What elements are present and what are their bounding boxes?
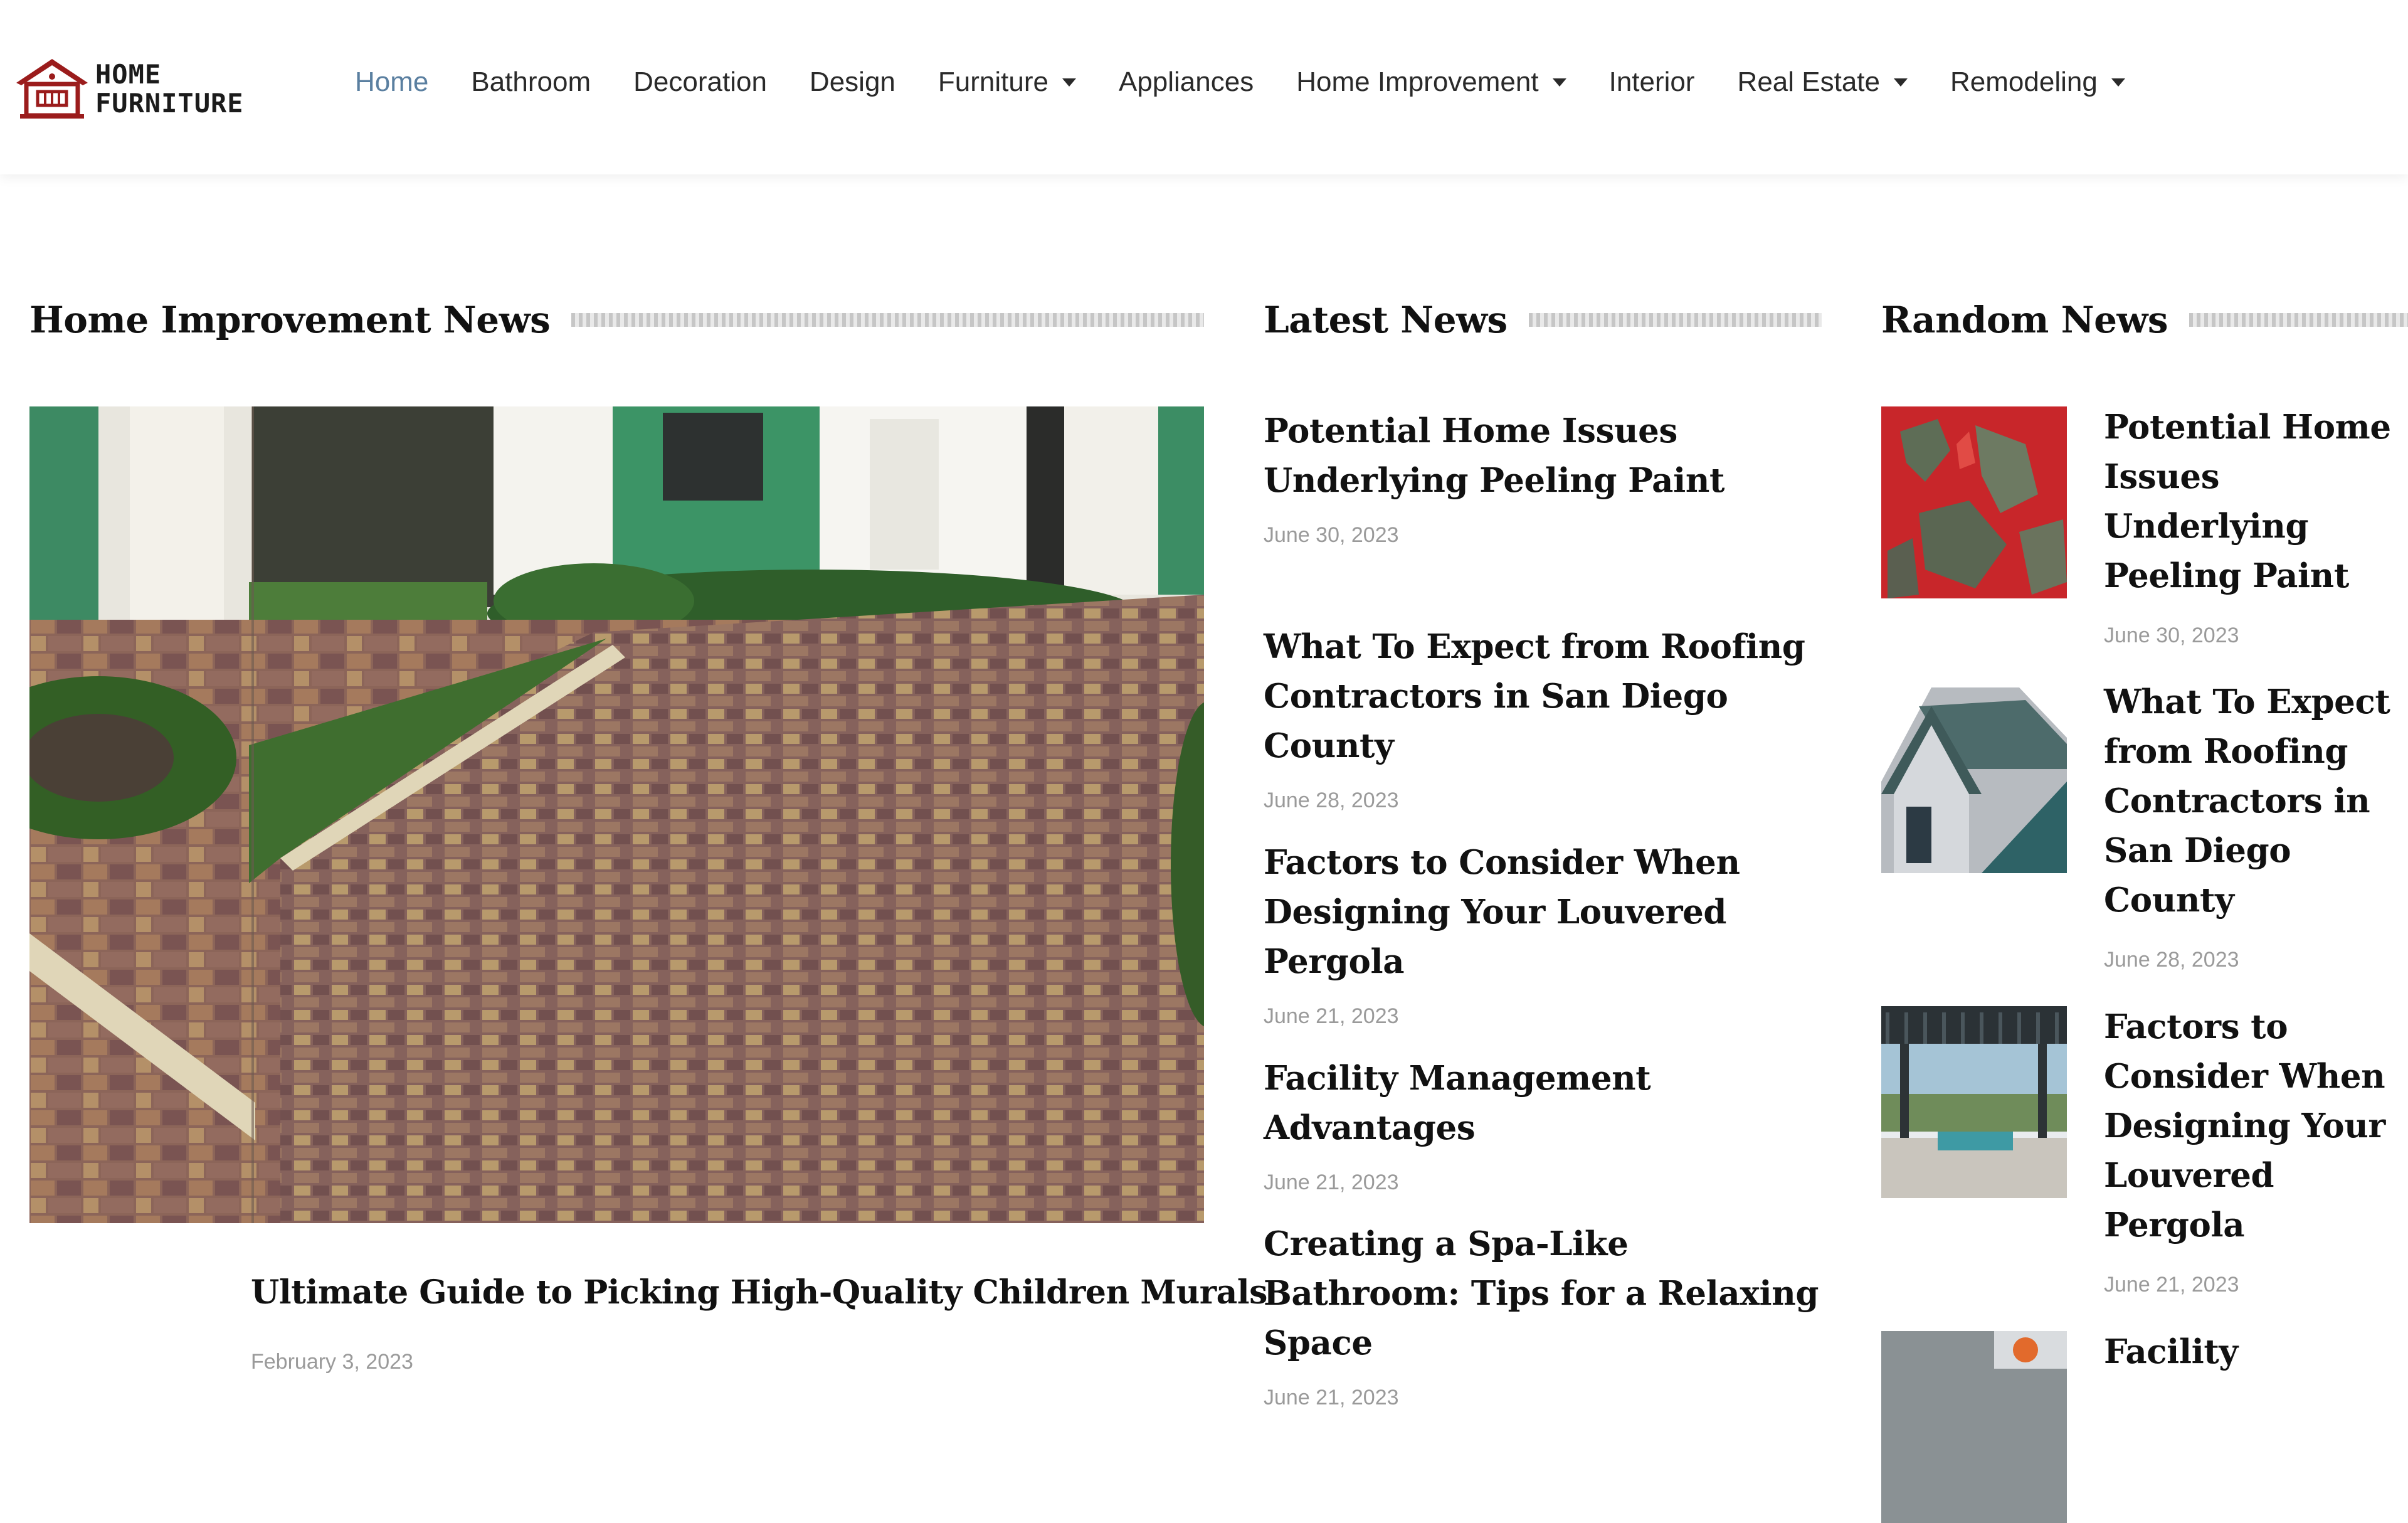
- nav-item-home[interactable]: Home: [355, 66, 428, 98]
- random-article-title[interactable]: What To Expect from Roofing Contractors …: [2104, 677, 2408, 925]
- latest-article-date: June 21, 2023: [1264, 1004, 1399, 1028]
- list-item: Factors to Consider When Designing Your …: [1264, 838, 1828, 1029]
- home-improvement-section-heading: Home Improvement News: [29, 295, 1204, 345]
- list-item: Creating a Spa-Like Bathroom: Tips for a…: [1264, 1219, 1828, 1410]
- heading-divider: [1528, 313, 1822, 327]
- nav-item-decoration[interactable]: Decoration: [633, 66, 767, 98]
- featured-article-date: February 3, 2023: [251, 1350, 413, 1374]
- nav-item-label: Home: [355, 66, 429, 97]
- nav-item-real-estate[interactable]: Real Estate: [1738, 66, 1908, 98]
- latest-article-title[interactable]: What To Expect from Roofing Contractors …: [1264, 622, 1828, 771]
- latest-article-date: June 21, 2023: [1264, 1386, 1399, 1409]
- main-nav: Home Bathroom Decoration Design Furniture App…: [355, 60, 2168, 104]
- nav-item-label: Bathroom: [471, 66, 591, 97]
- random-article-title[interactable]: Potential Home Issues Underlying Peeling…: [2104, 403, 2408, 601]
- random-news-heading: Random News: [1881, 299, 2168, 341]
- nav-item-furniture[interactable]: Furniture: [938, 66, 1076, 98]
- nav-item-design[interactable]: Design: [810, 66, 895, 98]
- site-header: HOME FURNITURE Home Bathroom Decoration Des…: [0, 0, 2408, 174]
- featured-article-title[interactable]: Ultimate Guide to Picking High-Quality C…: [251, 1273, 1267, 1312]
- random-article-date: June 30, 2023: [2104, 624, 2239, 647]
- nav-item-appliances[interactable]: Appliances: [1119, 66, 1254, 98]
- nav-item-remodeling[interactable]: Remodeling: [1950, 66, 2125, 98]
- nav-item-label: Appliances: [1118, 66, 1254, 97]
- nav-item-bathroom[interactable]: Bathroom: [471, 66, 591, 98]
- logo-line1: HOME: [95, 59, 162, 90]
- article-thumbnail[interactable]: [1881, 681, 2067, 873]
- home-improvement-heading: Home Improvement News: [29, 299, 551, 341]
- nav-item-label: Interior: [1608, 66, 1695, 97]
- latest-news-heading: Latest News: [1264, 299, 1508, 341]
- logo-wordmark: HOME FURNITURE: [95, 60, 244, 118]
- random-news-section-heading: Random News: [1881, 295, 2408, 345]
- nav-item-interior[interactable]: Interior: [1609, 66, 1695, 98]
- latest-article-title[interactable]: Facility Management Advantages: [1264, 1054, 1828, 1153]
- nav-item-label: Remodeling: [1950, 66, 2098, 97]
- list-item: Facility Management Advantages June 21, …: [1264, 1054, 1828, 1195]
- nav-item-label: Real Estate: [1737, 66, 1881, 97]
- article-thumbnail[interactable]: [1881, 1006, 2067, 1198]
- list-item: Potential Home Issues Underlying Peeling…: [1264, 406, 1828, 548]
- house-logo-icon: [16, 59, 88, 119]
- nav-item-label: Design: [809, 66, 895, 97]
- random-article-title[interactable]: Facility: [2104, 1327, 2408, 1377]
- article-thumbnail[interactable]: [1881, 1331, 2067, 1523]
- random-article-date: June 21, 2023: [2104, 1273, 2239, 1297]
- logo-line2: FURNITURE: [95, 88, 244, 119]
- nav-item-home-improvement[interactable]: Home Improvement: [1296, 66, 1566, 98]
- latest-news-section-heading: Latest News: [1264, 295, 1822, 345]
- caret-down-icon: [2111, 78, 2125, 87]
- latest-article-title[interactable]: Potential Home Issues Underlying Peeling…: [1264, 406, 1828, 506]
- nav-item-label: Home Improvement: [1296, 66, 1539, 97]
- caret-down-icon: [1552, 78, 1566, 87]
- featured-article-image[interactable]: [29, 406, 1204, 1223]
- heading-divider: [2189, 313, 2408, 327]
- latest-article-title[interactable]: Creating a Spa-Like Bathroom: Tips for a…: [1264, 1219, 1828, 1368]
- latest-article-date: June 30, 2023: [1264, 523, 1399, 547]
- heading-divider: [571, 313, 1204, 327]
- list-item: What To Expect from Roofing Contractors …: [1264, 622, 1828, 813]
- nav-item-label: Furniture: [937, 66, 1048, 97]
- random-article-title[interactable]: Factors to Consider When Designing Your …: [2104, 1002, 2408, 1250]
- latest-article-date: June 21, 2023: [1264, 1170, 1399, 1194]
- caret-down-icon: [1894, 78, 1908, 87]
- latest-article-title[interactable]: Factors to Consider When Designing Your …: [1264, 838, 1828, 987]
- latest-article-date: June 28, 2023: [1264, 788, 1399, 812]
- site-logo[interactable]: HOME FURNITURE: [13, 55, 243, 124]
- caret-down-icon: [1062, 78, 1076, 87]
- nav-item-label: Decoration: [633, 66, 767, 97]
- article-thumbnail[interactable]: [1881, 406, 2067, 598]
- random-article-date: June 28, 2023: [2104, 948, 2239, 972]
